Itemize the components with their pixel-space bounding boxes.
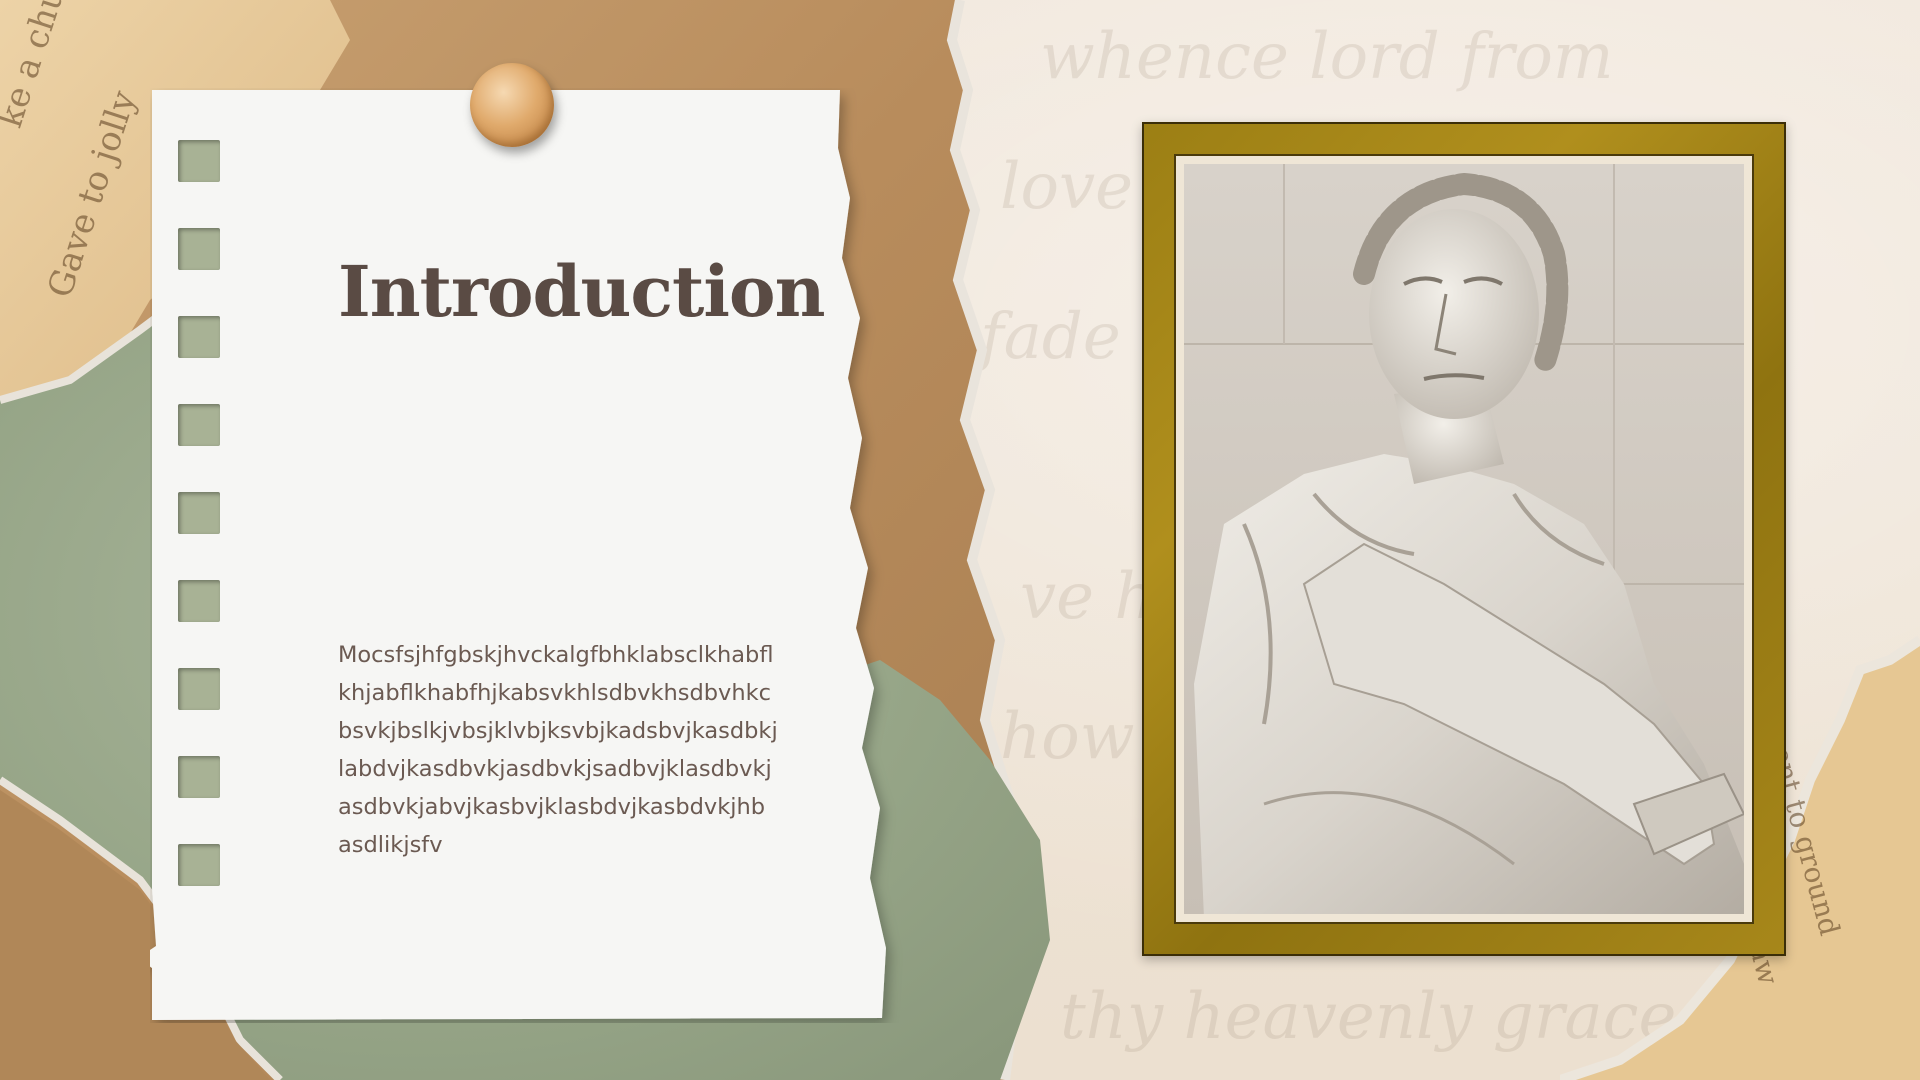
notebook-paper-card	[150, 88, 930, 1023]
slide-body-text[interactable]: Mocsfsjhfgbskjhvckalgfbhklabsclkhabflkhj…	[338, 636, 778, 864]
frame-mat	[1174, 154, 1754, 924]
binder-hole	[178, 316, 220, 358]
paper-shape	[150, 90, 886, 1020]
gold-frame-icon	[1142, 122, 1786, 956]
binder-hole	[178, 668, 220, 710]
statue-photo[interactable]	[1184, 164, 1744, 914]
binder-hole	[178, 844, 220, 886]
binder-hole	[178, 404, 220, 446]
binder-hole	[178, 756, 220, 798]
binder-hole	[178, 228, 220, 270]
pushpin-icon	[470, 63, 554, 147]
slide-canvas: whence lord from love the gaze fade ivre…	[0, 0, 1920, 1080]
statue-illustration	[1184, 164, 1744, 914]
slide-title[interactable]: Introduction	[338, 250, 826, 334]
binder-hole	[178, 492, 220, 534]
binder-hole	[178, 140, 220, 182]
binder-hole	[178, 580, 220, 622]
